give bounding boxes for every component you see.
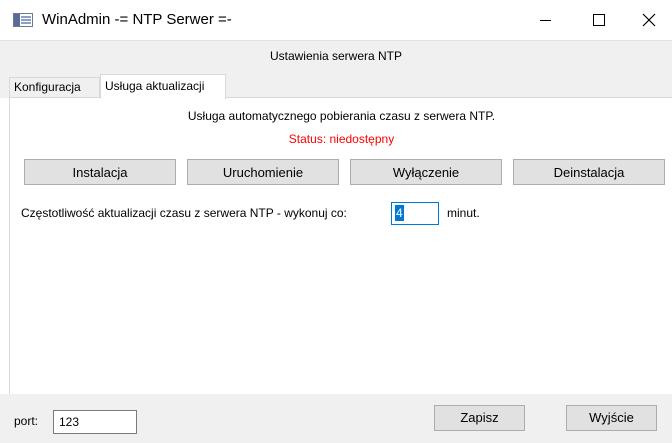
tab-konfiguracja[interactable]: Konfiguracja [9,77,100,98]
settings-header: Ustawienia serwera NTP [0,40,672,70]
maximize-icon [593,14,605,26]
window-title: WinAdmin -= NTP Serwer =- [42,11,232,28]
app-window: WinAdmin -= NTP Serwer =- Ustawienia ser… [0,0,672,443]
footer-bar: port: 123 Zapisz Wyjście [0,394,672,443]
close-icon [642,13,656,27]
frequency-value: 4 [395,205,404,221]
frequency-input[interactable]: 4 [391,202,439,225]
save-button[interactable]: Zapisz [434,405,525,431]
title-bar[interactable]: WinAdmin -= NTP Serwer =- [0,0,672,40]
port-input[interactable]: 123 [53,410,137,434]
app-icon [13,13,33,27]
minimize-icon [539,19,551,21]
settings-header-title: Ustawienia serwera NTP [269,49,403,63]
stop-button[interactable]: Wyłączenie [350,159,502,185]
frequency-unit: minut. [447,206,480,220]
uninstall-button[interactable]: Deinstalacja [513,159,665,185]
port-label: port: [14,414,39,428]
minimize-button[interactable] [522,0,568,40]
frequency-label: Częstotliwość aktualizacji czasu z serwe… [21,206,347,220]
tab-usluga-aktualizacji[interactable]: Usługa aktualizacji [100,74,226,99]
tab-panel-usluga-aktualizacji: Usługa automatycznego pobierania czasu z… [9,97,672,394]
tab-strip: Konfiguracja Usługa aktualizacji [0,70,672,99]
maximize-button[interactable] [576,0,622,40]
exit-button[interactable]: Wyjście [566,405,657,431]
service-description: Usługa automatycznego pobierania czasu z… [187,109,496,123]
status-label: Status: niedostępny [288,132,395,146]
close-button[interactable] [626,0,672,40]
start-button[interactable]: Uruchomienie [187,159,339,185]
install-button[interactable]: Instalacja [24,159,176,185]
